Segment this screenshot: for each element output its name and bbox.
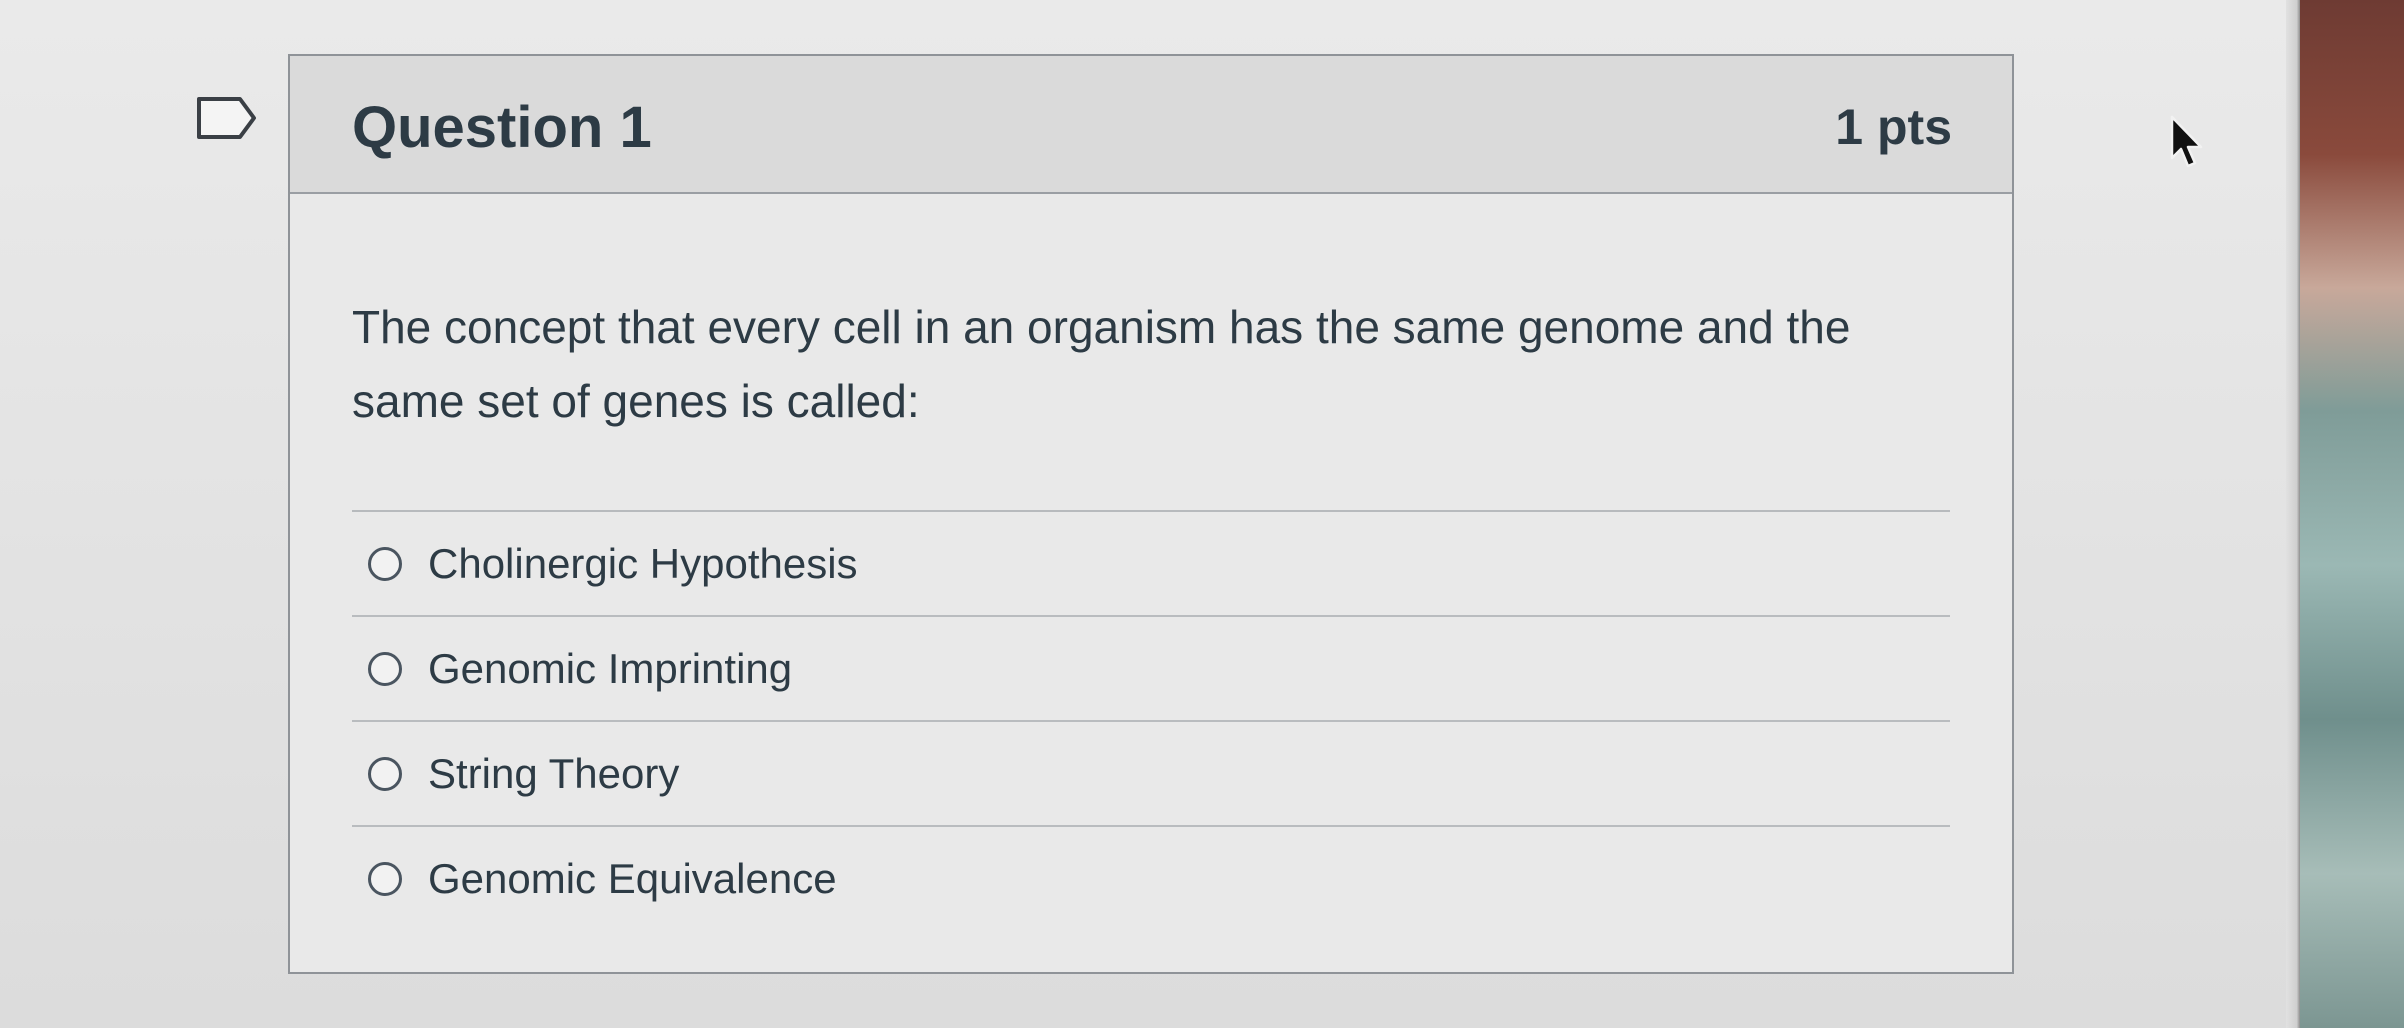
radio-button-icon[interactable] [368, 861, 402, 896]
answer-option[interactable]: Genomic Equivalence [352, 827, 1950, 930]
question-text: The concept that every cell in an organi… [352, 301, 1851, 427]
answer-label[interactable]: Genomic Imprinting [428, 645, 792, 693]
answer-option[interactable]: String Theory [352, 722, 1950, 827]
answer-label[interactable]: Genomic Equivalence [428, 855, 837, 903]
question-title: Question 1 [352, 95, 652, 160]
question-body: The concept that every cell in an organi… [290, 290, 2012, 930]
bookmark-flag-icon[interactable] [196, 96, 258, 140]
answer-label[interactable]: String Theory [428, 750, 679, 798]
answer-option[interactable]: Genomic Imprinting [352, 617, 1950, 722]
question-card: Question 1 1 pts The concept that every … [288, 54, 2014, 974]
answer-label[interactable]: Cholinergic Hypothesis [428, 540, 858, 588]
answer-list: Cholinergic Hypothesis Genomic Imprintin… [352, 512, 1950, 930]
answer-option[interactable]: Cholinergic Hypothesis [352, 512, 1950, 617]
question-header: Question 1 1 pts [290, 56, 2012, 194]
mouse-pointer-icon [2170, 115, 2203, 168]
radio-button-icon[interactable] [368, 756, 402, 791]
radio-button-icon[interactable] [368, 546, 402, 581]
desktop-background [2300, 0, 2404, 1028]
radio-button-icon[interactable] [368, 651, 402, 686]
question-points: 1 pts [1835, 99, 1952, 155]
